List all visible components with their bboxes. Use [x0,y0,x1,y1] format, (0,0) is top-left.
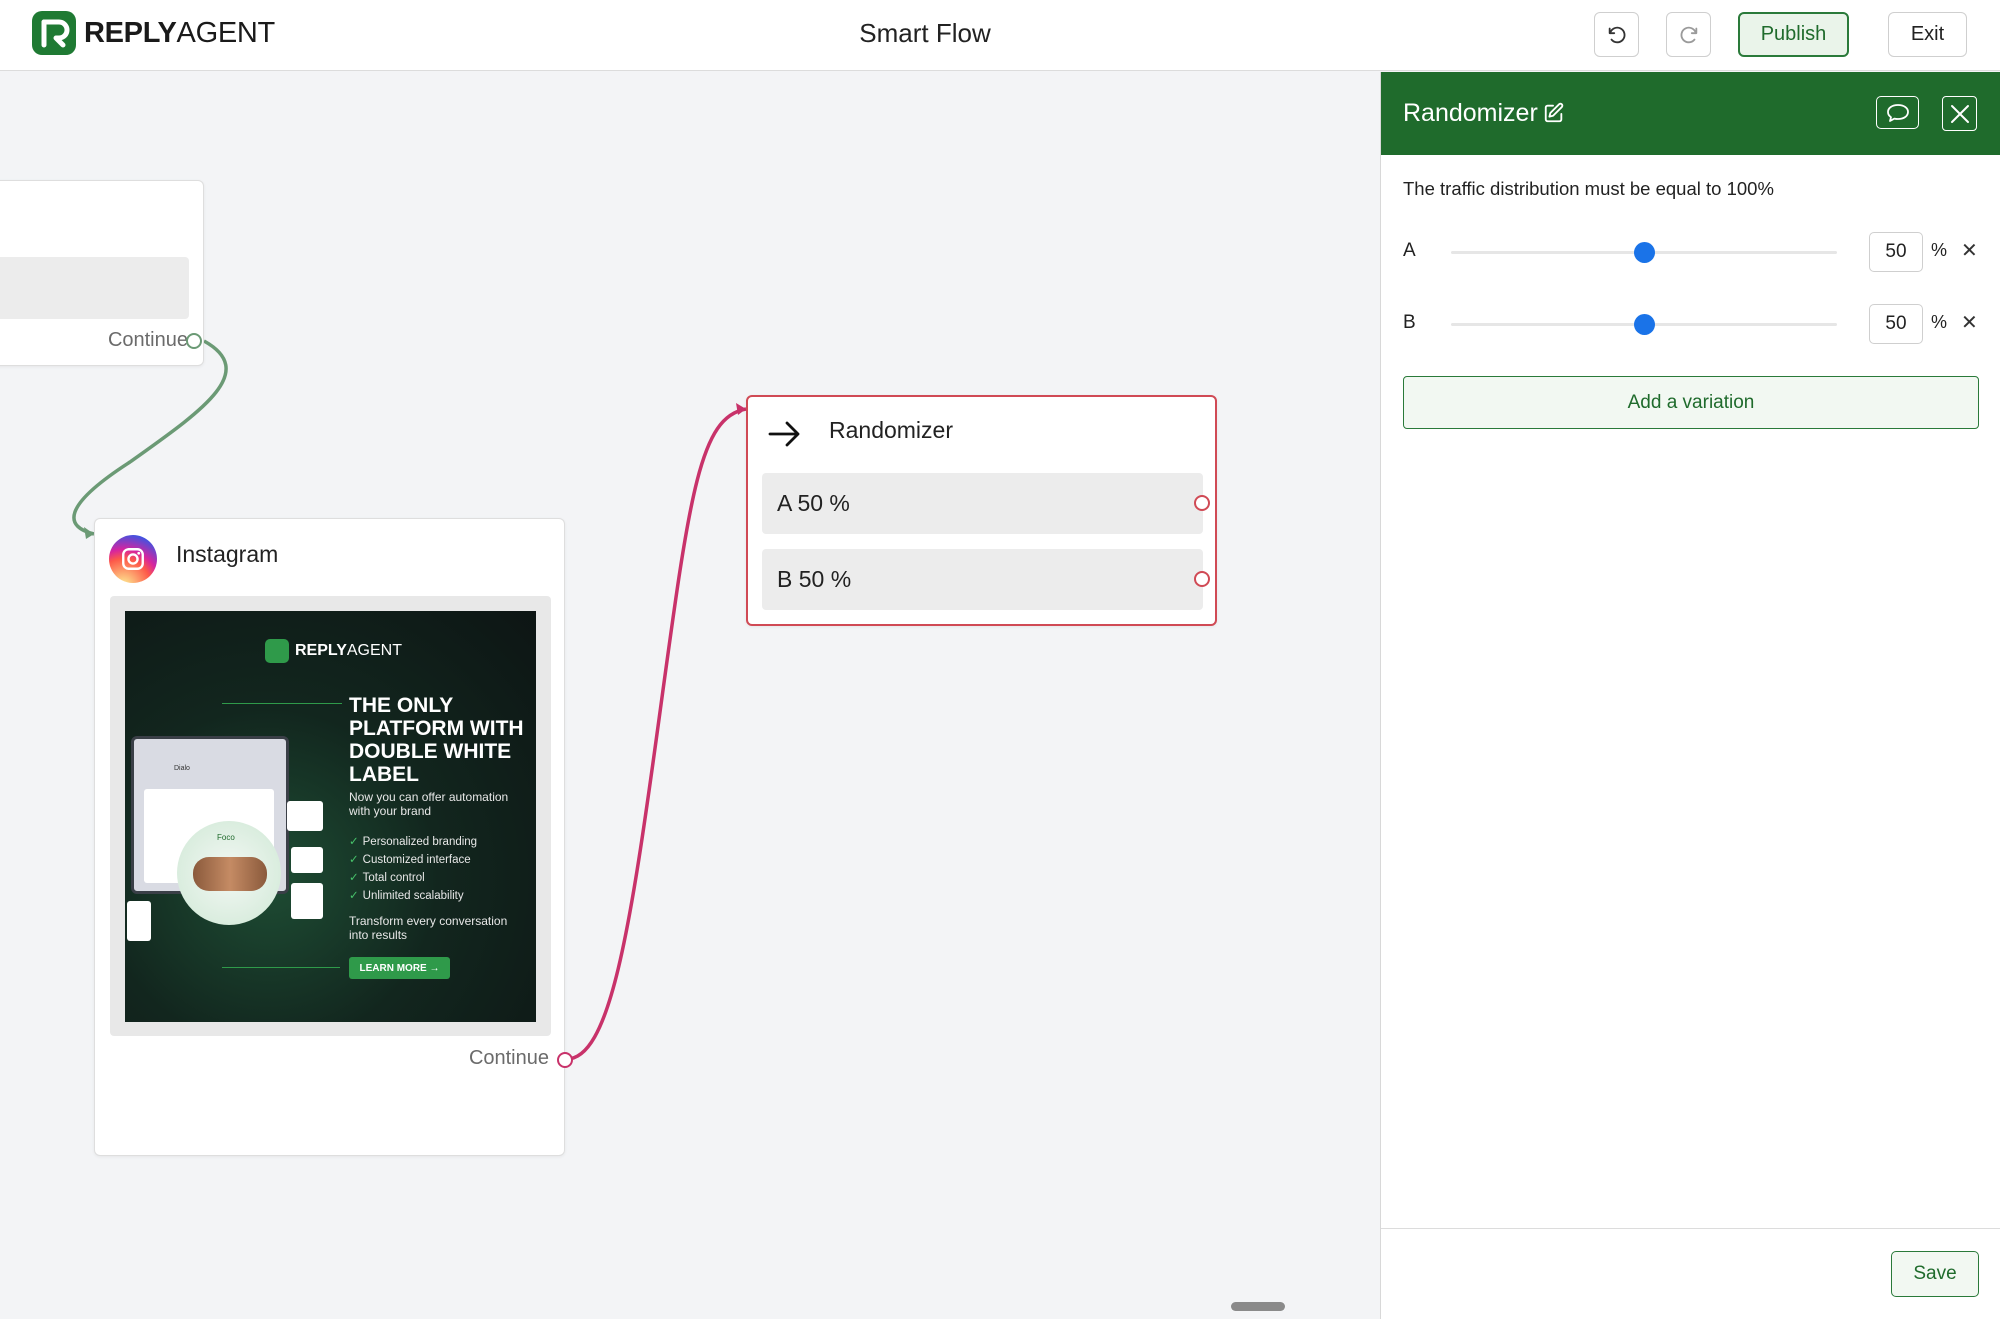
comment-button[interactable] [1876,96,1919,129]
variation-slider[interactable] [1451,314,1837,335]
connector-instagram-to-randomizer [564,407,747,1061]
redo-icon [1680,26,1697,43]
canvas-scroll-handle[interactable] [1231,1302,1285,1311]
variation-row-a[interactable]: A 50 % [762,473,1203,534]
undo-button[interactable] [1594,12,1639,57]
variation-row-b[interactable]: B 50 % [762,549,1203,610]
edit-icon[interactable] [1543,102,1565,124]
randomizer-node-title: Randomizer [829,417,953,443]
slider-thumb[interactable] [1634,314,1655,335]
variation-setting-a: A % ✕ [1381,230,2000,274]
close-button[interactable] [1942,96,1977,131]
ad-handshake [193,857,267,891]
ad-circle-label: Foco [217,833,235,842]
variation-label: B 50 % [777,566,852,592]
continue-port[interactable] [186,333,202,349]
arrow-right-icon [768,421,800,447]
distribution-note: The traffic distribution must be equal t… [1403,178,1774,199]
ad-mock-card [291,883,323,919]
slider-thumb[interactable] [1634,242,1655,263]
ad-logo: REPLY AGENT [265,639,402,663]
connector-partial-to-instagram [72,339,228,536]
ad-logo-icon [265,639,289,663]
flow-canvas[interactable]: Continue Instagram REPLY AGENT Dialo Foc… [0,72,1380,1319]
check-icon: ✓ [349,872,359,884]
page-title: Smart Flow [859,18,991,48]
instagram-node[interactable]: Instagram REPLY AGENT Dialo Foco THE ONL… [94,518,573,1156]
continue-port[interactable] [557,1052,573,1068]
percent-unit: % [1931,312,1948,332]
ad-tagline: Transform every conversation into result… [349,914,508,942]
check-icon: ✓ [349,890,359,902]
ad-feature: ✓ Customized interface [349,854,471,866]
instagram-node-title: Instagram [176,541,279,567]
ad-features: ✓ Personalized branding ✓ Customized inter… [349,833,477,905]
ad-headline: THE ONLY PLATFORM WITH DOUBLE WHITE LABE… [349,694,524,786]
add-variation-button[interactable]: Add a variation [1403,376,1979,429]
check-icon: ✓ [349,854,359,866]
continue-label: Continue [468,1047,549,1069]
variation-slider[interactable] [1451,242,1837,263]
ad-feature: ✓ Total control [349,872,425,884]
previous-node-content [0,257,189,319]
panel-header: Randomizer [1381,72,2000,155]
ad-device-label: Dialo [174,765,190,772]
instagram-icon [109,535,157,583]
ad-subheadline: Now you can offer automation with your b… [349,790,509,818]
variation-name: B [1403,312,1416,333]
continue-label: Continue [107,329,188,351]
media-frame: REPLY AGENT Dialo Foco THE ONLY PLATFORM … [110,596,551,1036]
comment-icon [1886,103,1909,122]
percentage-input[interactable] [1869,232,1923,272]
check-icon: ✓ [349,836,359,848]
ad-feature: ✓ Personalized branding [349,836,478,848]
panel-footer-divider [1381,1228,2000,1229]
variation-b-port[interactable] [1194,571,1210,587]
percentage-input[interactable] [1869,304,1923,344]
undo-icon [1608,26,1625,43]
ad-feature: ✓ Unlimited scalability [349,890,464,902]
redo-button[interactable] [1666,12,1711,57]
randomizer-panel: Randomizer The traffic distribution must… [1380,72,2000,1319]
variation-setting-b: B % ✕ [1381,302,2000,346]
ad-cta-button: LEARN MORE → [349,957,450,979]
randomizer-node[interactable]: Randomizer A 50 % B 50 % [746,395,1217,626]
exit-button[interactable]: Exit [1888,12,1967,57]
variation-label: A 50 % [777,490,850,516]
ad-mock-card [287,801,323,831]
remove-variation-button[interactable]: ✕ [1961,238,1978,263]
ad-mock-card [127,901,151,941]
close-icon [1950,104,1969,123]
ad-accent-line [222,703,342,704]
ad-accent-line [222,967,340,968]
connector-arrowhead-green [84,527,94,539]
variation-name: A [1403,240,1416,261]
ad-mock-card [291,847,323,873]
top-bar: REPLYAGENT Smart Flow Publish Exit [0,0,2000,71]
remove-variation-button[interactable]: ✕ [1961,310,1978,335]
variation-a-port[interactable] [1194,495,1210,511]
percent-unit: % [1931,240,1948,260]
publish-button[interactable]: Publish [1738,12,1849,57]
ad-image: REPLY AGENT Dialo Foco THE ONLY PLATFORM … [125,611,536,1022]
previous-node[interactable]: Continue [0,180,204,366]
panel-title: Randomizer [1403,99,1538,127]
save-button[interactable]: Save [1891,1251,1979,1297]
